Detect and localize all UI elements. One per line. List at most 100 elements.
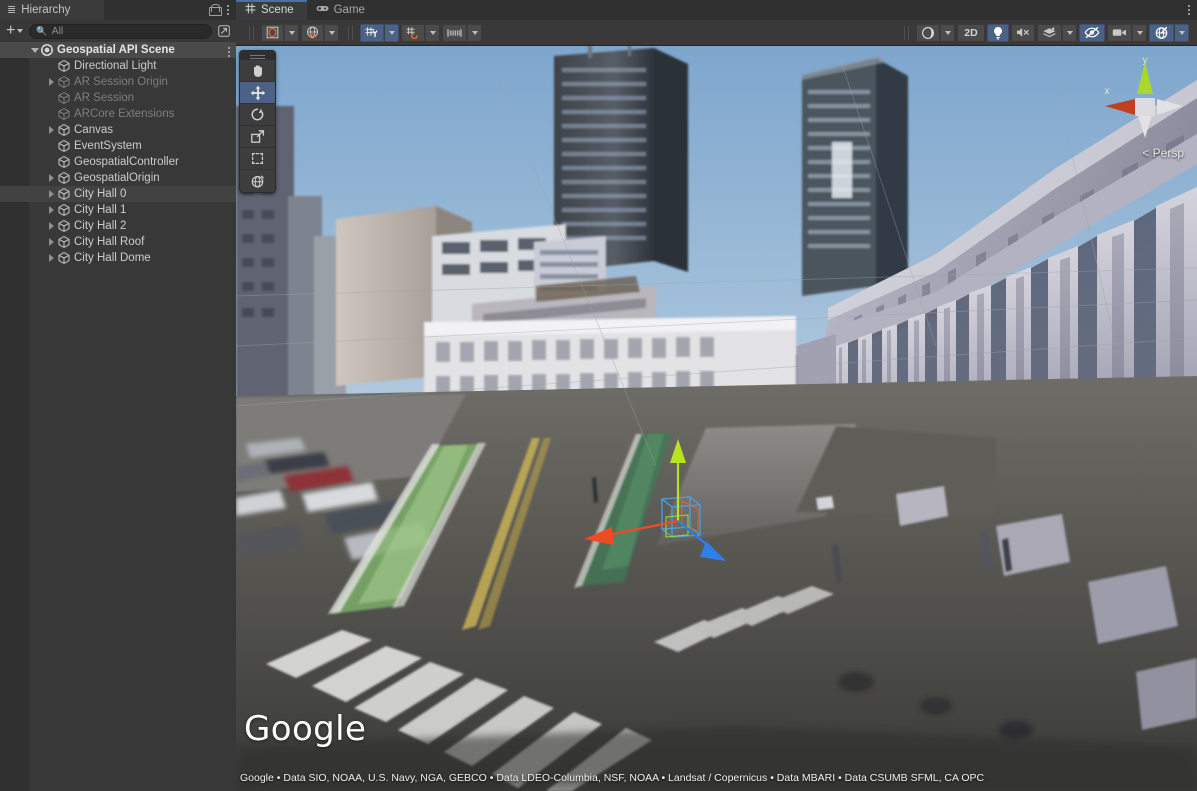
gameobject-cube-icon [57, 155, 71, 169]
grid-snap-button[interactable] [401, 24, 425, 42]
chevron-right-icon[interactable] [46, 186, 57, 202]
tree-row-label: GeospatialController [74, 156, 179, 168]
tree-row-eventsystem[interactable]: EventSystem [0, 138, 236, 154]
chevron-down-icon [945, 31, 951, 35]
transform-tool[interactable] [240, 170, 275, 192]
gameobject-cube-icon [57, 219, 71, 233]
chevron-right-icon[interactable] [46, 170, 57, 186]
gameobject-cube-icon [57, 171, 71, 185]
add-gameobject-button[interactable]: + [4, 25, 25, 37]
chevron-right-icon[interactable] [46, 218, 57, 234]
grid-axis-dropdown[interactable] [384, 24, 399, 42]
chevron-down-icon[interactable] [29, 42, 40, 58]
tree-row-label: City Hall Dome [74, 252, 151, 264]
tree-row-canvas[interactable]: Canvas [0, 122, 236, 138]
chevron-right-icon[interactable] [46, 202, 57, 218]
tree-row-label: GeospatialOrigin [74, 172, 160, 184]
scene-tabbar: Scene Game [236, 0, 1197, 20]
chevron-right-icon[interactable] [46, 234, 57, 250]
tree-row-directional-light[interactable]: Directional Light [0, 58, 236, 74]
tree-row-ar-session[interactable]: AR Session [0, 90, 236, 106]
gizmos-toggle-button[interactable] [1149, 24, 1174, 42]
2d-toggle-button[interactable]: 2D [957, 24, 985, 42]
tab-game[interactable]: Game [307, 0, 378, 20]
tree-indent-spacer [46, 106, 57, 122]
tree-row-city-hall-1[interactable]: City Hall 1 [0, 202, 236, 218]
search-input[interactable]: 🔍 All [29, 24, 212, 39]
chevron-right-icon[interactable] [46, 122, 57, 138]
rect-tool[interactable] [240, 148, 275, 170]
toolbar-divider-2 [348, 26, 353, 40]
hand-tool[interactable] [240, 60, 275, 82]
gizmos-toggle-dropdown[interactable] [1174, 24, 1189, 42]
tab-hierarchy-label: Hierarchy [21, 4, 70, 16]
scene-render [236, 46, 1197, 791]
chevron-right-icon[interactable] [46, 74, 57, 90]
scene-camera-button[interactable] [1107, 24, 1132, 42]
chevron-right-icon[interactable] [46, 250, 57, 266]
tab-scene[interactable]: Scene [236, 0, 307, 20]
gameobject-cube-icon [57, 139, 71, 153]
shading-mode-button[interactable] [916, 24, 940, 42]
scene-lighting-button[interactable] [987, 24, 1009, 42]
chevron-down-icon [389, 31, 395, 35]
toolbar-divider-3 [904, 26, 909, 40]
tree-row-city-hall-roof[interactable]: City Hall Roof [0, 234, 236, 250]
tree-rows: Geospatial API Scene Directional LightAR… [0, 42, 236, 266]
grid-size-dropdown[interactable] [467, 24, 482, 42]
kebab-menu-icon[interactable] [1188, 5, 1190, 15]
shading-mode-dropdown[interactable] [940, 24, 955, 42]
tree-row-label: City Hall 2 [74, 220, 126, 232]
scene-tool-palette[interactable] [239, 50, 276, 193]
tree-row-geospatialorigin[interactable]: GeospatialOrigin [0, 170, 236, 186]
tree-row-label: ARCore Extensions [74, 108, 174, 120]
tab-hierarchy[interactable]: ≣ Hierarchy [0, 0, 104, 20]
perspective-label[interactable]: < Persp [1142, 146, 1184, 160]
tree-row-city-hall-0[interactable]: City Hall 0 [0, 186, 236, 202]
gameobject-cube-icon [57, 123, 71, 137]
hierarchy-tabbar: ≣ Hierarchy [0, 0, 236, 20]
scene-visibility-button[interactable] [1079, 24, 1105, 42]
grid-snap-dropdown[interactable] [425, 24, 440, 42]
tab-scene-label: Scene [261, 4, 294, 16]
scene-fx-dropdown[interactable] [1062, 24, 1077, 42]
scene-row-kebab-menu-icon[interactable] [228, 47, 230, 57]
handle-space-button[interactable] [301, 24, 324, 42]
gameobject-cube-icon [57, 251, 71, 265]
lock-icon[interactable] [209, 4, 220, 16]
scene-window-menu[interactable] [1188, 0, 1197, 20]
tree-row-scene-root[interactable]: Geospatial API Scene [0, 42, 236, 58]
rotate-tool[interactable] [240, 104, 275, 126]
scale-tool[interactable] [240, 126, 275, 148]
scene-viewport[interactable]: y x < Persp Google Google • Data SIO, NO… [236, 46, 1197, 791]
scene-orientation-gizmo[interactable]: y x < Persp [1099, 54, 1191, 164]
scene-camera-dropdown[interactable] [1132, 24, 1147, 42]
grid-size-button[interactable] [442, 24, 467, 42]
hierarchy-tree[interactable]: Geospatial API Scene Directional LightAR… [0, 42, 236, 791]
pivot-mode-button[interactable] [261, 24, 284, 42]
tree-row-city-hall-dome[interactable]: City Hall Dome [0, 250, 236, 266]
pivot-mode-dropdown[interactable] [284, 24, 299, 42]
chevron-down-icon [472, 31, 478, 35]
scene-audio-button[interactable] [1011, 24, 1035, 42]
scene-grid-icon [245, 3, 256, 17]
chevron-down-icon [17, 29, 23, 33]
grid-axis-button[interactable] [360, 24, 384, 42]
tree-row-arcore-extensions[interactable]: ARCore Extensions [0, 106, 236, 122]
tree-indent-spacer [46, 90, 57, 106]
palette-drag-handle[interactable] [240, 51, 275, 60]
chevron-down-icon [430, 31, 436, 35]
tree-row-geospatialcontroller[interactable]: GeospatialController [0, 154, 236, 170]
scene-fx-button[interactable] [1037, 24, 1062, 42]
tree-row-city-hall-2[interactable]: City Hall 2 [0, 218, 236, 234]
kebab-menu-icon[interactable] [227, 5, 229, 15]
gameobject-cube-icon [57, 107, 71, 121]
unity-editor-window: ≣ Hierarchy + 🔍 All [0, 0, 1197, 791]
handle-space-dropdown[interactable] [324, 24, 339, 42]
open-in-new-icon[interactable] [216, 24, 232, 39]
chevron-down-icon [1179, 31, 1185, 35]
move-tool[interactable] [240, 82, 275, 104]
map-attribution-text: Google • Data SIO, NOAA, U.S. Navy, NGA,… [240, 772, 984, 784]
tree-row-ar-session-origin[interactable]: AR Session Origin [0, 74, 236, 90]
gamepad-icon [316, 4, 329, 16]
